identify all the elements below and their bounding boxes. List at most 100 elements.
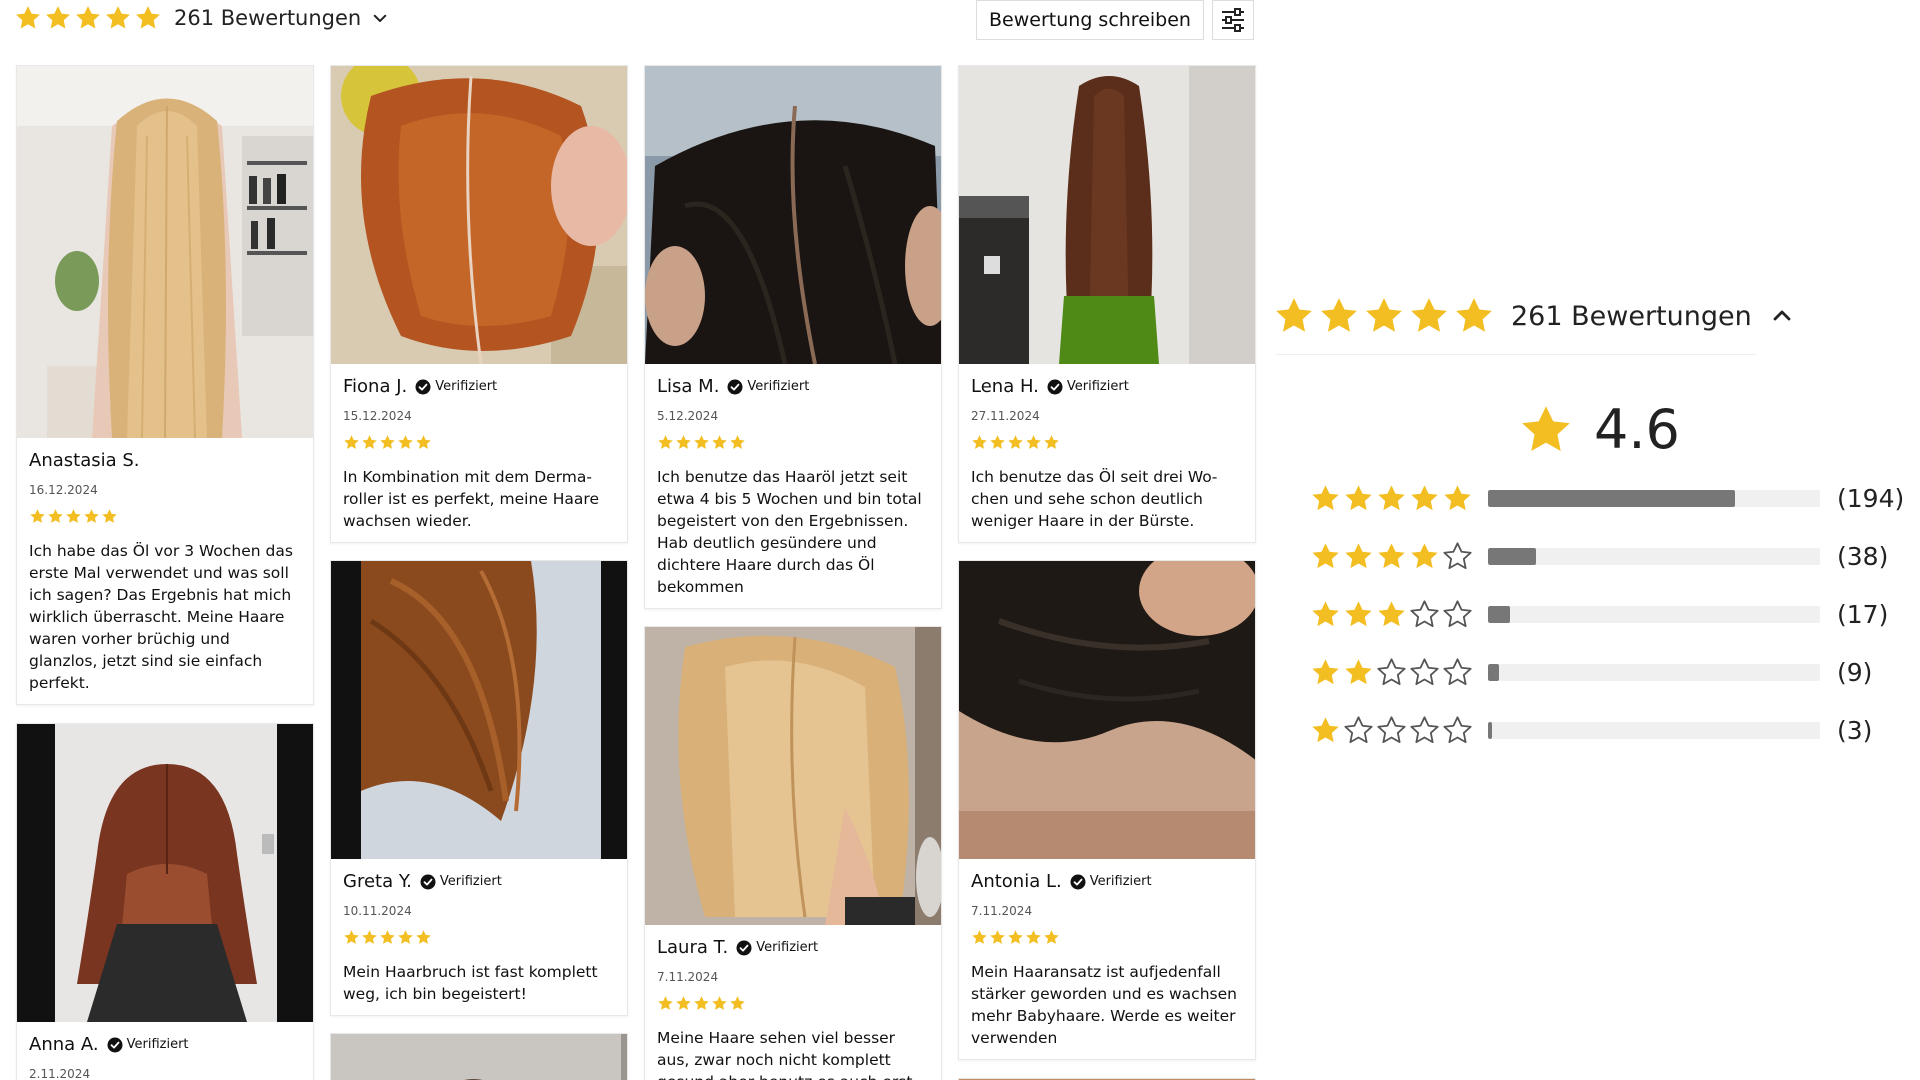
- brown-hair-ends-photo[interactable]: [331, 561, 627, 859]
- distribution-row-3-star[interactable]: (17): [1310, 595, 1888, 633]
- distribution-stars: [1310, 715, 1473, 746]
- verified-badge: Verifiziert: [736, 940, 818, 956]
- star-icon: [693, 995, 710, 1012]
- review-rating-stars: [29, 508, 118, 525]
- review-rating-stars: [657, 434, 746, 451]
- star-icon: [1007, 434, 1024, 451]
- star-icon: [343, 929, 360, 946]
- reviewer-name: Lisa M.: [657, 376, 720, 397]
- verified-label: Verifiziert: [126, 1037, 189, 1052]
- check-badge-icon: [736, 940, 752, 956]
- review-card[interactable]: Fiona J. Verifiziert 15.12.2024 In Kombi…: [330, 65, 628, 543]
- blonde-hair-side-photo[interactable]: [645, 627, 941, 925]
- review-card[interactable]: Lena H. Verifiziert 27.11.2024 Ich benut…: [958, 65, 1256, 543]
- review-count-label[interactable]: 261 Bewertungen: [174, 6, 361, 30]
- distribution-row-4-star[interactable]: (38): [1310, 537, 1888, 575]
- distribution-count: (17): [1837, 599, 1889, 629]
- star-icon: [343, 434, 360, 451]
- review-card[interactable]: [330, 1033, 628, 1080]
- star-icon: [657, 434, 674, 451]
- star-outline-icon: [1442, 541, 1473, 572]
- star-icon: [1343, 541, 1374, 572]
- hair-photo[interactable]: [331, 1034, 627, 1080]
- star-icon: [1310, 599, 1341, 630]
- distribution-bar: [1488, 547, 1820, 565]
- review-rating-stars: [343, 434, 432, 451]
- star-icon: [711, 995, 728, 1012]
- star-icon: [1318, 295, 1360, 337]
- star-icon: [1025, 434, 1042, 451]
- shoulder-length-hair-photo[interactable]: [17, 724, 313, 1022]
- distribution-row-1-star[interactable]: (3): [1310, 711, 1872, 749]
- review-rating-stars: [971, 434, 1060, 451]
- star-outline-icon: [1442, 715, 1473, 746]
- star-icon: [675, 995, 692, 1012]
- star-icon: [415, 929, 432, 946]
- star-icon: [1376, 599, 1407, 630]
- write-review-button[interactable]: Bewertung schreiben: [976, 0, 1204, 40]
- reviewer-name: Anastasia S.: [29, 450, 140, 471]
- distribution-stars: [1310, 657, 1473, 688]
- star-icon: [415, 434, 432, 451]
- star-outline-icon: [1409, 599, 1440, 630]
- review-card[interactable]: Anastasia S. 16.12.2024 Ich habe das Öl …: [16, 65, 314, 705]
- distribution-bar-fill: [1488, 663, 1500, 681]
- review-date: 15.12.2024: [343, 409, 412, 423]
- check-badge-icon: [420, 874, 436, 890]
- distribution-stars: [1310, 483, 1473, 514]
- star-icon: [14, 4, 42, 32]
- star-icon: [989, 929, 1006, 946]
- distribution-row-2-star[interactable]: (9): [1310, 653, 1872, 691]
- star-icon: [379, 434, 396, 451]
- star-icon: [971, 929, 988, 946]
- verified-badge: Verifiziert: [415, 379, 497, 395]
- star-icon: [1408, 295, 1450, 337]
- long-blonde-hair-photo[interactable]: [17, 66, 313, 438]
- red-hair-parting-photo[interactable]: [331, 66, 627, 364]
- star-icon: [693, 434, 710, 451]
- header-rating-stars: [14, 4, 162, 32]
- star-outline-icon: [1442, 657, 1473, 688]
- long-brown-hair-photo[interactable]: [959, 66, 1255, 364]
- review-card[interactable]: Greta Y. Verifiziert 10.11.2024 Mein Haa…: [330, 560, 628, 1016]
- summary-divider: [1276, 354, 1756, 355]
- chevron-down-icon[interactable]: [371, 9, 389, 27]
- review-card[interactable]: Antonia L. Verifiziert 7.11.2024 Mein Ha…: [958, 560, 1256, 1060]
- star-icon: [1409, 483, 1440, 514]
- review-date: 7.11.2024: [657, 970, 719, 984]
- distribution-bar: [1488, 489, 1820, 507]
- verified-label: Verifiziert: [747, 379, 810, 394]
- star-icon: [74, 4, 102, 32]
- distribution-row-5-star[interactable]: (194): [1310, 479, 1904, 517]
- verified-label: Verifiziert: [756, 940, 819, 955]
- review-date: 27.11.2024: [971, 409, 1040, 423]
- verified-label: Verifiziert: [1066, 379, 1129, 394]
- review-rating-stars: [343, 929, 432, 946]
- reviewer-name: Anna A.: [29, 1034, 99, 1055]
- review-rating-stars: [971, 929, 1060, 946]
- review-text: Mein Haarbruch ist fast komplett weg, ic…: [343, 963, 598, 1003]
- review-card[interactable]: Anna A. Verifiziert 2.11.2024: [16, 723, 314, 1080]
- star-icon: [729, 995, 746, 1012]
- dark-hair-parting-photo[interactable]: [645, 66, 941, 364]
- chevron-up-icon[interactable]: [1770, 304, 1794, 328]
- filter-button[interactable]: [1212, 0, 1254, 40]
- verified-label: Verifiziert: [435, 379, 498, 394]
- star-outline-icon: [1343, 715, 1374, 746]
- star-icon: [1453, 295, 1495, 337]
- star-icon: [104, 4, 132, 32]
- star-icon: [1343, 483, 1374, 514]
- check-badge-icon: [1047, 379, 1063, 395]
- star-icon: [1310, 715, 1341, 746]
- star-icon: [1363, 295, 1405, 337]
- review-card[interactable]: Laura T. Verifiziert 7.11.2024 Meine Haa…: [644, 626, 942, 1080]
- dark-hairline-photo[interactable]: [959, 561, 1255, 859]
- verified-label: Verifiziert: [1089, 874, 1152, 889]
- review-card[interactable]: Lisa M. Verifiziert 5.12.2024 Ich benutz…: [644, 65, 942, 609]
- distribution-bar: [1488, 605, 1820, 623]
- star-icon: [379, 929, 396, 946]
- star-icon: [1310, 657, 1341, 688]
- summary-count-label[interactable]: 261 Bewertungen: [1511, 301, 1752, 332]
- check-badge-icon: [1070, 874, 1086, 890]
- star-icon: [361, 929, 378, 946]
